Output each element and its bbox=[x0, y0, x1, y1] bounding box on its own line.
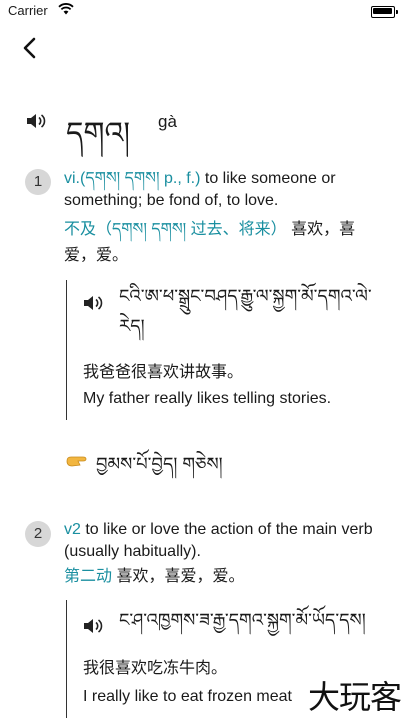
carrier-label: Carrier bbox=[8, 3, 48, 18]
speaker-icon[interactable] bbox=[83, 294, 103, 312]
sense-number: 1 bbox=[25, 169, 51, 195]
example-english: My father really likes telling stories. bbox=[83, 390, 332, 407]
romanization: gà bbox=[158, 112, 177, 131]
sense-definition-zh: 第二动 喜欢，喜爱，爱。 bbox=[64, 566, 380, 588]
wifi-icon bbox=[58, 3, 74, 15]
example-chinese: 我爸爸很喜欢讲故事。 bbox=[83, 364, 244, 381]
part-of-speech[interactable]: v2 bbox=[64, 521, 81, 538]
related-words-link[interactable]: བྱམས་པོ་བྱེད། གཅེས། bbox=[96, 445, 223, 495]
part-of-speech-zh[interactable]: 不及（དགས། དགས། 过去、将来） bbox=[64, 221, 287, 238]
example-tibetan: ང་ཤ་འཁྱགས་ཟ་རྒྱ་དགའ་སྐྱག་མོ་ཡོད་དས། bbox=[119, 610, 366, 631]
part-of-speech[interactable]: vi.(དགས། དགས། p., f.) bbox=[64, 170, 200, 187]
battery-icon bbox=[371, 6, 398, 18]
example-english: I really like to eat frozen meat bbox=[83, 688, 292, 705]
pointing-hand-icon bbox=[66, 456, 87, 467]
sense-definition-zh: 不及（དགས། དགས། 过去、将来） 喜欢，喜爱，爱。 bbox=[64, 217, 380, 269]
speaker-icon[interactable] bbox=[26, 112, 46, 130]
sense-number: 2 bbox=[25, 521, 51, 547]
definition-zh: 喜欢，喜爱，爱。 bbox=[116, 568, 245, 585]
sense-definition: vi.(དགས། དགས། p., f.) to like someone or… bbox=[64, 168, 380, 212]
watermark: 大玩客 bbox=[307, 678, 402, 716]
example-block: ངའི་ཨ་ཕ་སྒྲུང་བཤད་རྒྱུ་ལ་སྐྱག་མོ་དགའ་ལེ་… bbox=[66, 280, 387, 420]
back-button[interactable] bbox=[18, 34, 44, 62]
example-tibetan: ངའི་ཨ་ཕ་སྒྲུང་བཤད་རྒྱུ་ལ་སྐྱག་མོ་དགའ་ལེ་… bbox=[119, 286, 372, 337]
definition-en: to like or love the action of the main v… bbox=[64, 521, 373, 560]
sense-definition: v2 to like or love the action of the mai… bbox=[64, 519, 380, 563]
status-bar: Carrier bbox=[0, 0, 405, 22]
speaker-icon[interactable] bbox=[83, 617, 103, 635]
part-of-speech-zh[interactable]: 第二动 bbox=[64, 568, 112, 585]
example-chinese: 我很喜欢吃冻牛肉。 bbox=[83, 660, 228, 677]
